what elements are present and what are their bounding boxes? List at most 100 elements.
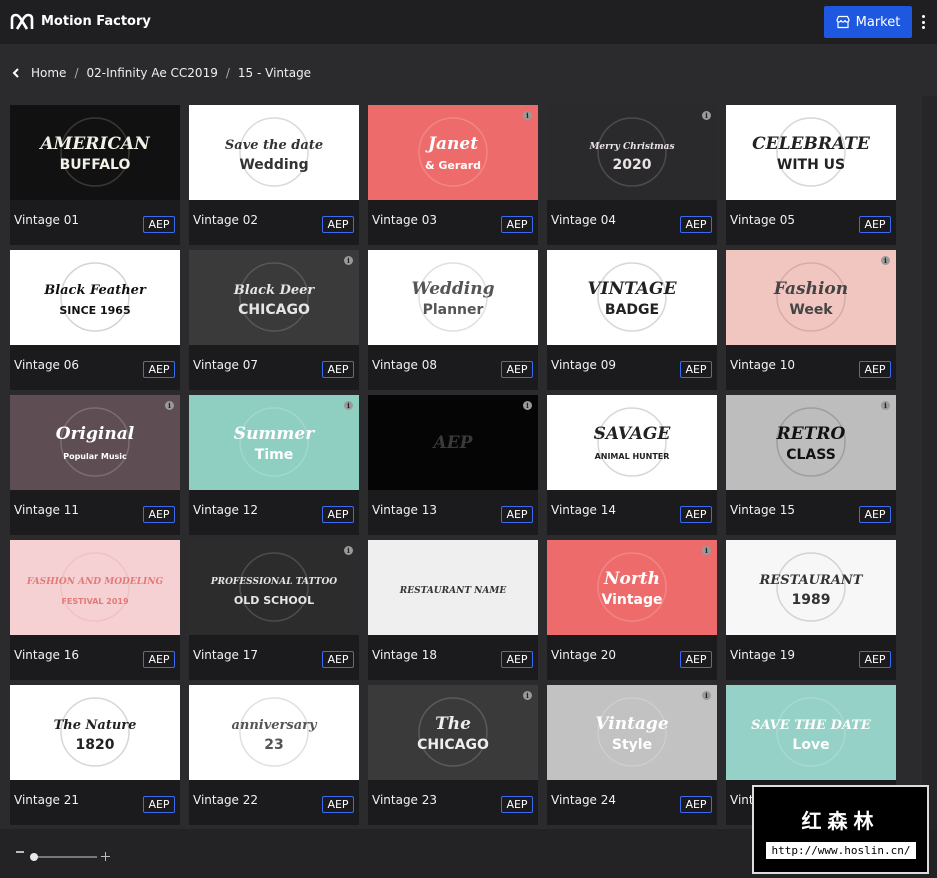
template-card[interactable]: AEP i Vintage 13 AEP (368, 395, 538, 535)
zoom-in-icon[interactable] (101, 852, 110, 861)
info-icon[interactable]: i (344, 401, 353, 410)
info-icon[interactable]: i (702, 546, 711, 555)
card-thumbnail[interactable]: Vintage Style i (547, 685, 717, 780)
template-card[interactable]: FASHION AND MODELING FESTIVAL 2019 Vintage… (10, 540, 180, 680)
zoom-out-icon[interactable] (16, 851, 24, 853)
template-card[interactable]: Fashion Week i Vintage 10 AEP (726, 250, 896, 390)
thumbnail-artwork: Fashion Week (726, 250, 896, 345)
card-thumbnail[interactable]: RETRO CLASS i (726, 395, 896, 490)
thumbnail-artwork: North Vintage (547, 540, 717, 635)
card-thumbnail[interactable]: The Nature 1820 (10, 685, 180, 780)
template-card[interactable]: Merry Christmas 2020 i Vintage 04 AEP (547, 105, 717, 245)
aep-badge: AEP (322, 216, 354, 233)
card-thumbnail[interactable]: PROFESSIONAL TATTOO OLD SCHOOL i (189, 540, 359, 635)
artwork-title: North (603, 569, 660, 589)
artwork-subtitle: WITH US (777, 157, 845, 173)
template-card[interactable]: Original Popular Music i Vintage 11 AEP (10, 395, 180, 535)
template-card[interactable]: VINTAGE BADGE Vintage 09 AEP (547, 250, 717, 390)
breadcrumb-home[interactable]: Home (31, 66, 66, 80)
artwork-title: Summer (234, 424, 315, 444)
template-card[interactable]: AMERICAN BUFFALO Vintage 01 AEP (10, 105, 180, 245)
artwork-title: Black Feather (43, 283, 147, 298)
card-thumbnail[interactable]: Wedding Planner (368, 250, 538, 345)
card-thumbnail[interactable]: FASHION AND MODELING FESTIVAL 2019 (10, 540, 180, 635)
info-icon[interactable]: i (881, 401, 890, 410)
template-card[interactable]: Vintage Style i Vintage 24 AEP (547, 685, 717, 825)
card-thumbnail[interactable]: Black Deer CHICAGO i (189, 250, 359, 345)
artwork-subtitle: FESTIVAL 2019 (61, 597, 129, 606)
grid-scrollbar[interactable] (922, 96, 937, 829)
card-thumbnail[interactable]: SAVE THE DATE Love (726, 685, 896, 780)
info-icon[interactable]: i (523, 111, 532, 120)
card-thumbnail[interactable]: AEP i (368, 395, 538, 490)
template-card[interactable]: Save the date Wedding Vintage 02 AEP (189, 105, 359, 245)
card-title: Vintage 18 (372, 648, 438, 662)
template-card[interactable]: Black Feather SINCE 1965 Vintage 06 AEP (10, 250, 180, 390)
card-thumbnail[interactable]: VINTAGE BADGE (547, 250, 717, 345)
template-card[interactable]: Wedding Planner Vintage 08 AEP (368, 250, 538, 390)
info-icon[interactable]: i (523, 401, 532, 410)
artwork-subtitle: CHICAGO (417, 737, 489, 753)
breadcrumb-collection[interactable]: 02-Infinity Ae CC2019 (86, 66, 217, 80)
chevron-left-icon[interactable] (10, 66, 22, 80)
info-icon[interactable]: i (165, 401, 174, 410)
card-thumbnail[interactable]: Black Feather SINCE 1965 (10, 250, 180, 345)
info-icon[interactable]: i (702, 691, 711, 700)
info-icon[interactable]: i (344, 256, 353, 265)
card-title: Vintage 01 (14, 213, 80, 227)
template-card[interactable]: RESTAURANT NAME Vintage 18 AEP (368, 540, 538, 680)
card-title: Vintage 17 (193, 648, 259, 662)
watermark: 红森林 http://www.hoslin.cn/ (752, 785, 929, 874)
template-card[interactable]: RETRO CLASS i Vintage 15 AEP (726, 395, 896, 535)
info-icon[interactable]: i (344, 546, 353, 555)
aep-badge: AEP (501, 506, 533, 523)
template-card[interactable]: SAVAGE ANIMAL HUNTER Vintage 14 AEP (547, 395, 717, 535)
card-title: Vintage 21 (14, 793, 80, 807)
aep-badge: AEP (143, 651, 175, 668)
info-icon[interactable]: i (881, 256, 890, 265)
template-card[interactable]: The Nature 1820 Vintage 21 AEP (10, 685, 180, 825)
template-card[interactable]: RESTAURANT 1989 Vintage 19 AEP (726, 540, 896, 680)
template-card[interactable]: Summer Time i Vintage 12 AEP (189, 395, 359, 535)
market-button[interactable]: Market (824, 6, 912, 38)
card-thumbnail[interactable]: Janet & Gerard i (368, 105, 538, 200)
template-card[interactable]: The CHICAGO i Vintage 23 AEP (368, 685, 538, 825)
card-thumbnail[interactable]: The CHICAGO i (368, 685, 538, 780)
artwork-title: RESTAURANT (759, 573, 864, 588)
card-thumbnail[interactable]: Merry Christmas 2020 i (547, 105, 717, 200)
artwork-subtitle: 2020 (613, 157, 652, 173)
artwork-title: RETRO (776, 424, 846, 444)
card-thumbnail[interactable]: anniversary 23 (189, 685, 359, 780)
thumbnail-artwork: anniversary 23 (189, 685, 359, 780)
card-thumbnail[interactable]: SAVAGE ANIMAL HUNTER (547, 395, 717, 490)
card-thumbnail[interactable]: Fashion Week i (726, 250, 896, 345)
aep-badge: AEP (859, 651, 891, 668)
card-title: Vintage 16 (14, 648, 80, 662)
slider-handle[interactable] (30, 853, 38, 861)
thumbnail-size-slider[interactable] (33, 856, 97, 858)
kebab-menu-icon[interactable] (917, 12, 929, 32)
card-thumbnail[interactable]: AMERICAN BUFFALO (10, 105, 180, 200)
template-card[interactable]: Janet & Gerard i Vintage 03 AEP (368, 105, 538, 245)
card-thumbnail[interactable]: Summer Time i (189, 395, 359, 490)
card-thumbnail[interactable]: RESTAURANT 1989 (726, 540, 896, 635)
thumbnail-artwork: Janet & Gerard (368, 105, 538, 200)
artwork-title: The (435, 714, 471, 734)
card-title: Vintage 09 (551, 358, 617, 372)
breadcrumb-separator: / (74, 66, 79, 80)
card-thumbnail[interactable]: Original Popular Music i (10, 395, 180, 490)
card-thumbnail[interactable]: North Vintage i (547, 540, 717, 635)
template-card[interactable]: Black Deer CHICAGO i Vintage 07 AEP (189, 250, 359, 390)
info-icon[interactable]: i (523, 691, 532, 700)
card-thumbnail[interactable]: RESTAURANT NAME (368, 540, 538, 635)
card-thumbnail[interactable]: Save the date Wedding (189, 105, 359, 200)
artwork-title: Janet (425, 134, 478, 154)
aep-badge: AEP (680, 361, 712, 378)
template-card[interactable]: CELEBRATE WITH US Vintage 05 AEP (726, 105, 896, 245)
template-card[interactable]: PROFESSIONAL TATTOO OLD SCHOOL i Vintage 17… (189, 540, 359, 680)
card-thumbnail[interactable]: CELEBRATE WITH US (726, 105, 896, 200)
template-card[interactable]: anniversary 23 Vintage 22 AEP (189, 685, 359, 825)
info-icon[interactable]: i (702, 111, 711, 120)
template-card[interactable]: North Vintage i Vintage 20 AEP (547, 540, 717, 680)
artwork-subtitle: CLASS (786, 447, 836, 463)
